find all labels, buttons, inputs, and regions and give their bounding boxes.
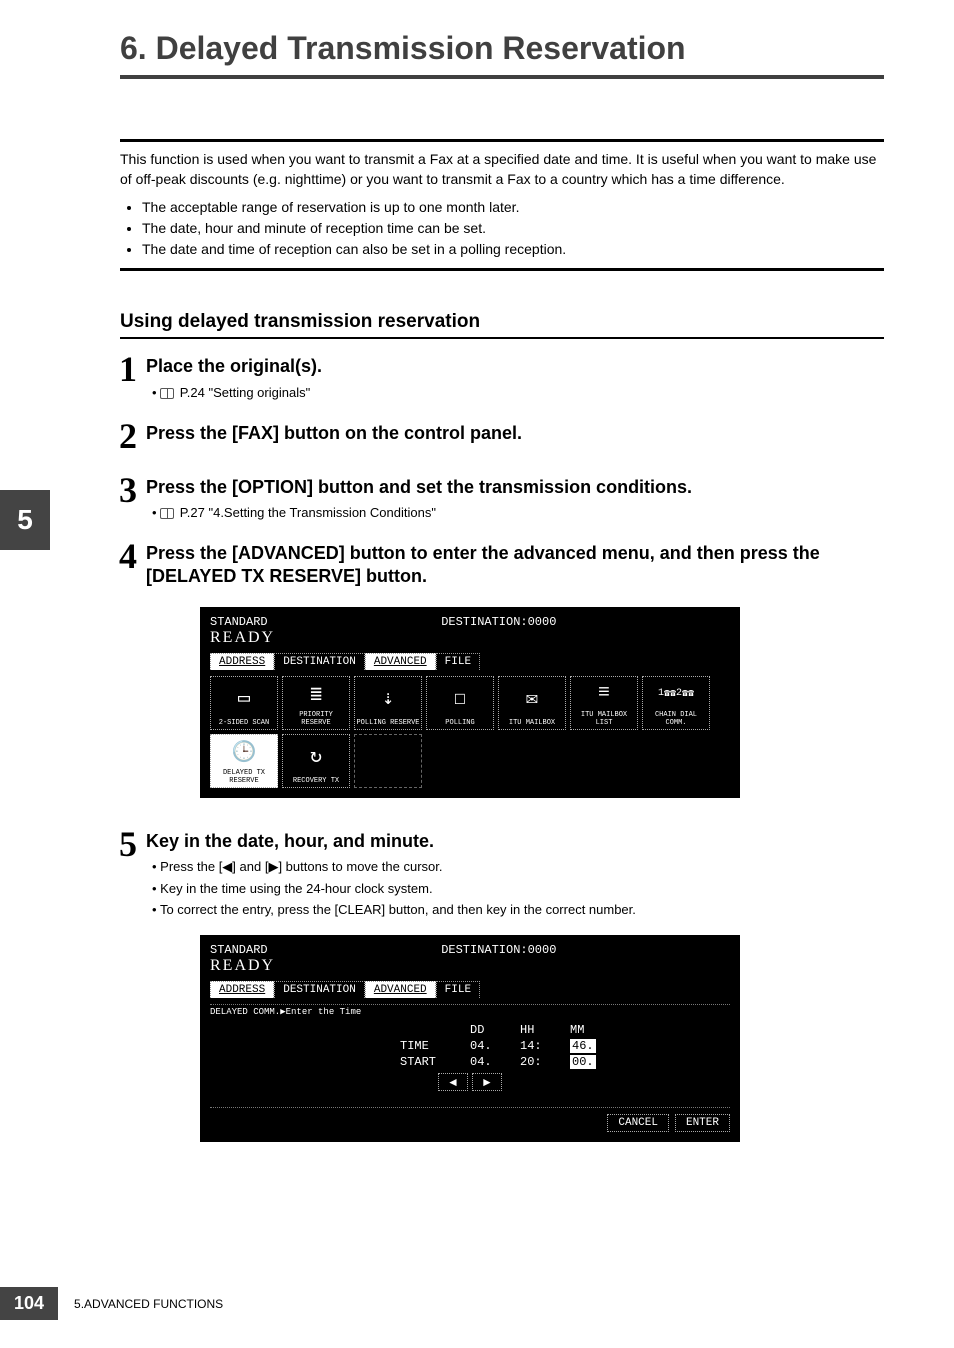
lcd-screenshot-advanced-menu: STANDARD DESTINATION:0000 READY ADDRESS … — [120, 607, 884, 798]
step-number: 4 — [110, 538, 146, 574]
lcd-screenshot-time-entry: STANDARD DESTINATION:0000 READY ADDRESS … — [120, 935, 884, 1142]
step-3: 3 Press the [OPTION] button and set the … — [110, 472, 884, 520]
lcd-mode: STANDARD — [210, 943, 268, 957]
tab-destination[interactable]: DESTINATION — [274, 981, 365, 998]
btn-itu-mailbox-list[interactable]: ≡ITU MAILBOX LIST — [570, 676, 638, 730]
intro-bullet: The acceptable range of reservation is u… — [142, 197, 884, 218]
btn-label: POLLING RESERVE — [356, 719, 419, 727]
step-4: 4 Press the [ADVANCED] button to enter t… — [110, 538, 884, 589]
intro-paragraph: This function is used when you want to t… — [120, 150, 884, 189]
step-number: 5 — [110, 826, 146, 862]
page-footer: 104 5.ADVANCED FUNCTIONS — [0, 1287, 223, 1320]
time-mm[interactable]: 46. — [570, 1039, 596, 1053]
start-dd[interactable]: 04. — [470, 1055, 520, 1069]
step-heading: Press the [OPTION] button and set the tr… — [146, 476, 884, 499]
book-icon — [160, 388, 174, 399]
step-sub-item: Key in the time using the 24-hour clock … — [160, 881, 432, 896]
btn-label: DELAYED TX RESERVE — [211, 769, 277, 785]
btn-priority-reserve[interactable]: ≣PRIORITY RESERVE — [282, 676, 350, 730]
section-title: Using delayed transmission reservation — [120, 311, 884, 339]
btn-label: 2-SIDED SCAN — [219, 719, 269, 727]
chapter-title: 6. Delayed Transmission Reservation — [120, 30, 884, 79]
btn-label: ITU MAILBOX LIST — [571, 711, 637, 727]
bullet-dot — [152, 505, 160, 520]
footer-section: 5.ADVANCED FUNCTIONS — [74, 1297, 223, 1311]
bullet-dot — [152, 385, 160, 400]
intro-bullet-list: The acceptable range of reservation is u… — [142, 197, 884, 260]
step-5: 5 Key in the date, hour, and minute. Pre… — [110, 826, 884, 917]
btn-polling[interactable]: ☐POLLING — [426, 676, 494, 730]
col-dd: DD — [470, 1023, 520, 1037]
lcd-mode: STANDARD — [210, 615, 268, 629]
lcd-prompt: DELAYED COMM.▶Enter the Time — [210, 1004, 730, 1017]
time-hh[interactable]: 14: — [520, 1039, 570, 1053]
lcd-tabs: ADDRESS DESTINATION ADVANCED FILE — [210, 653, 730, 670]
row-start-label: START — [400, 1055, 470, 1069]
step-sub-item: Press the [◀] and [▶] buttons to move th… — [160, 859, 442, 874]
lcd-ready: READY — [210, 957, 730, 975]
step-number: 2 — [110, 418, 146, 454]
bullet-dot — [152, 902, 160, 917]
step-2: 2 Press the [FAX] button on the control … — [110, 418, 884, 454]
rule-top — [120, 139, 884, 142]
lcd-destination-count: DESTINATION:0000 — [441, 943, 556, 957]
btn-chain-dial-comm[interactable]: 1☎☎2☎☎CHAIN DIAL COMM. — [642, 676, 710, 730]
chain-digit: 2 — [676, 688, 682, 699]
tab-destination[interactable]: DESTINATION — [274, 653, 365, 670]
step-number: 3 — [110, 472, 146, 508]
tab-file[interactable]: FILE — [436, 653, 480, 670]
bullet-dot — [152, 881, 160, 896]
col-mm: MM — [570, 1023, 620, 1037]
btn-label: ITU MAILBOX — [509, 719, 555, 727]
cancel-button[interactable]: CANCEL — [607, 1114, 669, 1132]
intro-bullet: The date and time of reception can also … — [142, 239, 884, 260]
lcd-tabs: ADDRESS DESTINATION ADVANCED FILE — [210, 981, 730, 998]
cursor-left-button[interactable]: ◄ — [438, 1073, 468, 1091]
row-time-label: TIME — [400, 1039, 470, 1053]
btn-2sided-scan[interactable]: ▭2-SIDED SCAN — [210, 676, 278, 730]
btn-polling-reserve[interactable]: ⇣POLLING RESERVE — [354, 676, 422, 730]
chapter-number: 6. — [120, 30, 147, 66]
book-icon — [160, 508, 174, 519]
empty-slot — [354, 734, 422, 788]
tab-advanced[interactable]: ADVANCED — [365, 653, 436, 670]
btn-label: POLLING — [445, 719, 474, 727]
start-mm[interactable]: 00. — [570, 1055, 596, 1069]
side-tab: 5 — [0, 490, 50, 550]
page-number: 104 — [0, 1287, 58, 1320]
lcd-destination-count: DESTINATION:0000 — [441, 615, 556, 629]
step-reference: P.24 "Setting originals" — [180, 385, 310, 400]
col-hh: HH — [520, 1023, 570, 1037]
step-heading: Place the original(s). — [146, 355, 884, 378]
step-1: 1 Place the original(s). P.24 "Setting o… — [110, 351, 884, 399]
tab-address[interactable]: ADDRESS — [210, 653, 274, 670]
btn-itu-mailbox[interactable]: ✉ITU MAILBOX — [498, 676, 566, 730]
step-heading: Key in the date, hour, and minute. — [146, 830, 884, 853]
enter-button[interactable]: ENTER — [675, 1114, 730, 1132]
intro-bullet: The date, hour and minute of reception t… — [142, 218, 884, 239]
lcd-ready: READY — [210, 629, 730, 647]
rule-bottom — [120, 268, 884, 271]
tab-advanced[interactable]: ADVANCED — [365, 981, 436, 998]
chapter-title-text: Delayed Transmission Reservation — [156, 30, 686, 66]
chain-digit: 1 — [658, 688, 664, 699]
right-arrow-icon: ► — [481, 1075, 493, 1089]
btn-recovery-tx[interactable]: ↻RECOVERY TX — [282, 734, 350, 788]
bullet-dot — [152, 859, 160, 874]
step-reference: P.27 "4.Setting the Transmission Conditi… — [180, 505, 436, 520]
tab-file[interactable]: FILE — [436, 981, 480, 998]
step-heading: Press the [FAX] button on the control pa… — [146, 422, 884, 445]
btn-label: CHAIN DIAL COMM. — [643, 711, 709, 727]
btn-label: PRIORITY RESERVE — [283, 711, 349, 727]
left-arrow-icon: ◄ — [447, 1075, 459, 1089]
btn-delayed-tx-reserve[interactable]: 🕒DELAYED TX RESERVE — [210, 734, 278, 788]
cursor-right-button[interactable]: ► — [472, 1073, 502, 1091]
time-dd[interactable]: 04. — [470, 1039, 520, 1053]
step-sub-item: To correct the entry, press the [CLEAR] … — [160, 902, 636, 917]
step-number: 1 — [110, 351, 146, 387]
step-heading: Press the [ADVANCED] button to enter the… — [146, 542, 884, 589]
tab-address[interactable]: ADDRESS — [210, 981, 274, 998]
start-hh[interactable]: 20: — [520, 1055, 570, 1069]
btn-label: RECOVERY TX — [293, 777, 339, 785]
